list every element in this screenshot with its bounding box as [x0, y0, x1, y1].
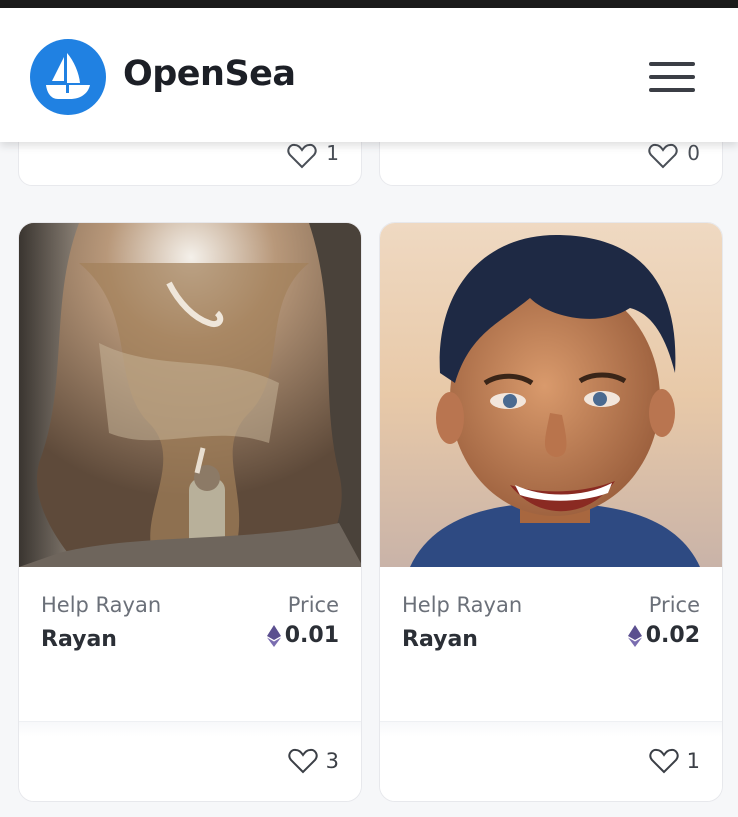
price-value: 0.02 — [645, 623, 700, 648]
menu-bar — [649, 88, 695, 92]
nft-card[interactable]: Help Rayan Rayan Price 0.01 3 — [18, 222, 362, 802]
price-label: Price — [648, 593, 700, 617]
price: 0.01 — [266, 623, 339, 648]
price: 0.02 — [627, 623, 700, 648]
brand-name[interactable]: OpenSea — [123, 54, 296, 94]
like-count: 3 — [325, 749, 339, 773]
heart-icon[interactable] — [648, 143, 678, 169]
heart-icon[interactable] — [288, 748, 318, 774]
like-button[interactable]: 1 — [649, 748, 700, 774]
price-label: Price — [287, 593, 339, 617]
like-count: 0 — [687, 141, 700, 165]
nft-card[interactable]: Help Rayan Rayan Price 0.02 1 — [379, 222, 723, 802]
status-bar — [0, 0, 738, 8]
menu-bar — [649, 75, 695, 79]
heart-icon[interactable] — [649, 748, 679, 774]
like-count: 1 — [686, 749, 700, 773]
card-footer: 3 — [19, 721, 361, 801]
like-count: 1 — [326, 141, 339, 165]
nft-image-portrait[interactable] — [380, 223, 722, 567]
menu-bar — [649, 62, 695, 66]
like-button[interactable]: 3 — [288, 748, 339, 774]
collection-name[interactable]: Help Rayan — [402, 593, 522, 617]
card-footer: 1 — [380, 721, 722, 801]
price-value: 0.01 — [284, 623, 339, 648]
opensea-logo-icon[interactable] — [30, 39, 106, 115]
heart-icon[interactable] — [287, 143, 317, 169]
item-name[interactable]: Rayan — [41, 627, 117, 652]
app-header: OpenSea — [0, 8, 738, 142]
hamburger-menu-icon[interactable] — [640, 54, 700, 100]
nft-image-cave[interactable] — [19, 223, 361, 567]
collection-name[interactable]: Help Rayan — [41, 593, 161, 617]
ethereum-icon — [266, 624, 281, 647]
ethereum-icon — [627, 624, 642, 647]
item-name[interactable]: Rayan — [402, 627, 478, 652]
